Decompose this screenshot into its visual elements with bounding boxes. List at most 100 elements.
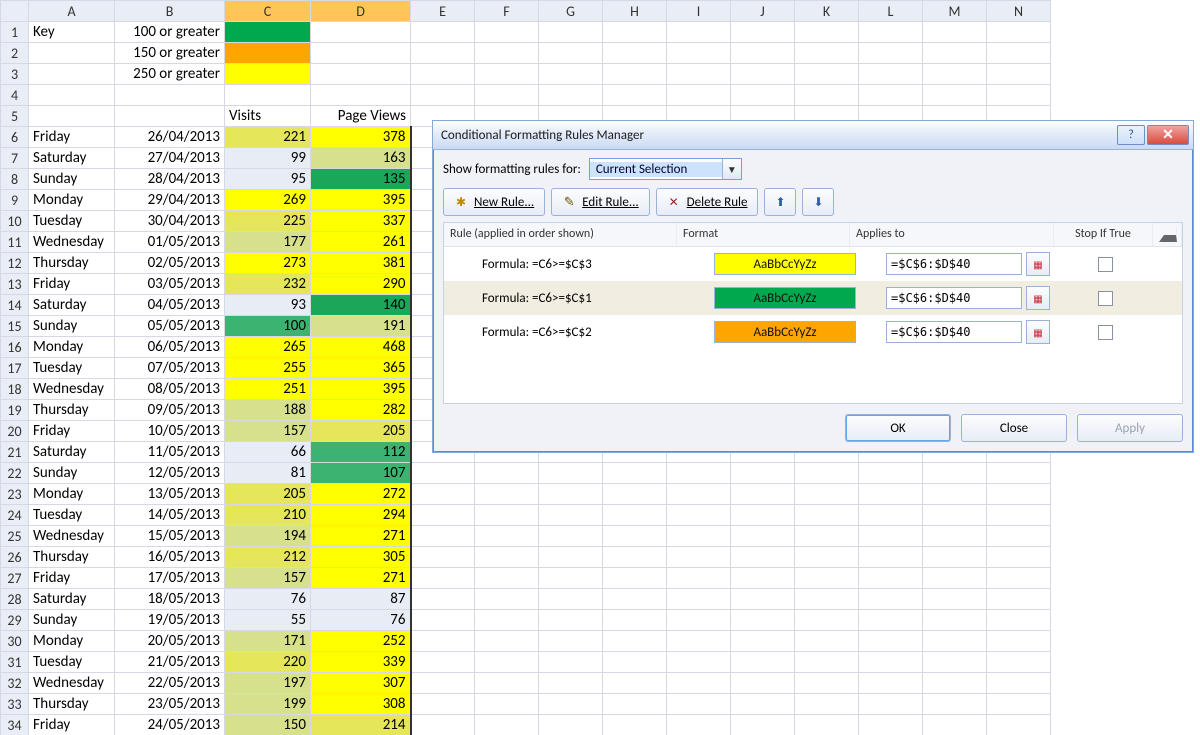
- cell[interactable]: [987, 43, 1051, 64]
- cell[interactable]: [795, 64, 859, 85]
- key-swatch[interactable]: [225, 64, 311, 85]
- cell[interactable]: [859, 610, 923, 631]
- cell-date[interactable]: 06/05/2013: [115, 337, 225, 358]
- cell-visits[interactable]: 265: [225, 337, 311, 358]
- cell[interactable]: [731, 547, 795, 568]
- cell[interactable]: [795, 589, 859, 610]
- cell-visits[interactable]: 220: [225, 652, 311, 673]
- cell[interactable]: [411, 715, 475, 735]
- cell[interactable]: [923, 43, 987, 64]
- cell[interactable]: [667, 85, 731, 106]
- cell-visits[interactable]: 188: [225, 400, 311, 421]
- cell[interactable]: [731, 673, 795, 694]
- cell-visits[interactable]: 210: [225, 505, 311, 526]
- cell-pageviews[interactable]: 294: [311, 505, 411, 526]
- cell[interactable]: [115, 106, 225, 127]
- row-header[interactable]: 7: [1, 148, 29, 169]
- cell[interactable]: [667, 505, 731, 526]
- cell-date[interactable]: 01/05/2013: [115, 232, 225, 253]
- key-swatch[interactable]: [225, 43, 311, 64]
- row-header[interactable]: 33: [1, 694, 29, 715]
- cell[interactable]: [923, 694, 987, 715]
- cell[interactable]: [987, 484, 1051, 505]
- cell[interactable]: [923, 652, 987, 673]
- cell-pageviews[interactable]: 107: [311, 463, 411, 484]
- cell-date[interactable]: 03/05/2013: [115, 274, 225, 295]
- cell[interactable]: [795, 484, 859, 505]
- cell[interactable]: [987, 526, 1051, 547]
- cell[interactable]: [475, 610, 539, 631]
- cell-pageviews[interactable]: 271: [311, 526, 411, 547]
- cell[interactable]: [311, 64, 411, 85]
- cell-visits[interactable]: 157: [225, 421, 311, 442]
- cell[interactable]: [411, 43, 475, 64]
- cell[interactable]: [731, 715, 795, 735]
- column-header[interactable]: H: [603, 1, 667, 22]
- cell[interactable]: [859, 547, 923, 568]
- cell[interactable]: [411, 526, 475, 547]
- cell-visits[interactable]: 177: [225, 232, 311, 253]
- cell-date[interactable]: 21/05/2013: [115, 652, 225, 673]
- cell[interactable]: [731, 589, 795, 610]
- row-header[interactable]: 2: [1, 43, 29, 64]
- row-header[interactable]: 9: [1, 190, 29, 211]
- cell[interactable]: [475, 568, 539, 589]
- cell-pageviews[interactable]: 112: [311, 442, 411, 463]
- cell-visits[interactable]: 66: [225, 442, 311, 463]
- cell-pageviews[interactable]: 252: [311, 631, 411, 652]
- cell[interactable]: [923, 568, 987, 589]
- cell[interactable]: [603, 526, 667, 547]
- row-header[interactable]: 3: [1, 64, 29, 85]
- cell[interactable]: [475, 526, 539, 547]
- cell[interactable]: [923, 22, 987, 43]
- cell[interactable]: [603, 652, 667, 673]
- cell-day[interactable]: Thursday: [29, 694, 115, 715]
- cell[interactable]: [859, 631, 923, 652]
- cell[interactable]: [859, 673, 923, 694]
- cell-pageviews[interactable]: 272: [311, 484, 411, 505]
- cell[interactable]: [795, 610, 859, 631]
- cell[interactable]: [923, 64, 987, 85]
- cell-day[interactable]: Friday: [29, 127, 115, 148]
- cell-pageviews[interactable]: 282: [311, 400, 411, 421]
- row-header[interactable]: 32: [1, 673, 29, 694]
- cell-day[interactable]: Monday: [29, 337, 115, 358]
- column-header[interactable]: K: [795, 1, 859, 22]
- row-header[interactable]: 20: [1, 421, 29, 442]
- cell[interactable]: [29, 106, 115, 127]
- column-header[interactable]: G: [539, 1, 603, 22]
- cell-pageviews[interactable]: 76: [311, 610, 411, 631]
- cell[interactable]: [859, 85, 923, 106]
- cell-pageviews[interactable]: 87: [311, 589, 411, 610]
- cell[interactable]: [731, 694, 795, 715]
- cell[interactable]: [667, 652, 731, 673]
- cell[interactable]: [115, 85, 225, 106]
- cell-day[interactable]: Wednesday: [29, 673, 115, 694]
- show-rules-combo[interactable]: Current Selection ▼: [589, 158, 742, 180]
- cell[interactable]: [603, 694, 667, 715]
- cell[interactable]: [859, 715, 923, 735]
- cell[interactable]: [539, 568, 603, 589]
- range-picker-button[interactable]: ▦: [1026, 320, 1050, 344]
- row-header[interactable]: 5: [1, 106, 29, 127]
- column-header[interactable]: J: [731, 1, 795, 22]
- row-header[interactable]: 12: [1, 253, 29, 274]
- cell[interactable]: [603, 715, 667, 735]
- cell[interactable]: [795, 463, 859, 484]
- cell-pageviews[interactable]: 337: [311, 211, 411, 232]
- cell-pageviews[interactable]: 290: [311, 274, 411, 295]
- applies-to-input[interactable]: =$C$6:$D$40: [886, 321, 1022, 343]
- cell-day[interactable]: Wednesday: [29, 232, 115, 253]
- cell[interactable]: [731, 652, 795, 673]
- cell-date[interactable]: 14/05/2013: [115, 505, 225, 526]
- cell[interactable]: [731, 484, 795, 505]
- range-picker-button[interactable]: ▦: [1026, 252, 1050, 276]
- cell[interactable]: [795, 652, 859, 673]
- cell[interactable]: [539, 526, 603, 547]
- cell-visits[interactable]: 157: [225, 568, 311, 589]
- rules-list[interactable]: Rule (applied in order shown) Format App…: [443, 222, 1183, 404]
- row-header[interactable]: 24: [1, 505, 29, 526]
- cell-pageviews[interactable]: 307: [311, 673, 411, 694]
- cell[interactable]: [475, 43, 539, 64]
- cell[interactable]: [859, 694, 923, 715]
